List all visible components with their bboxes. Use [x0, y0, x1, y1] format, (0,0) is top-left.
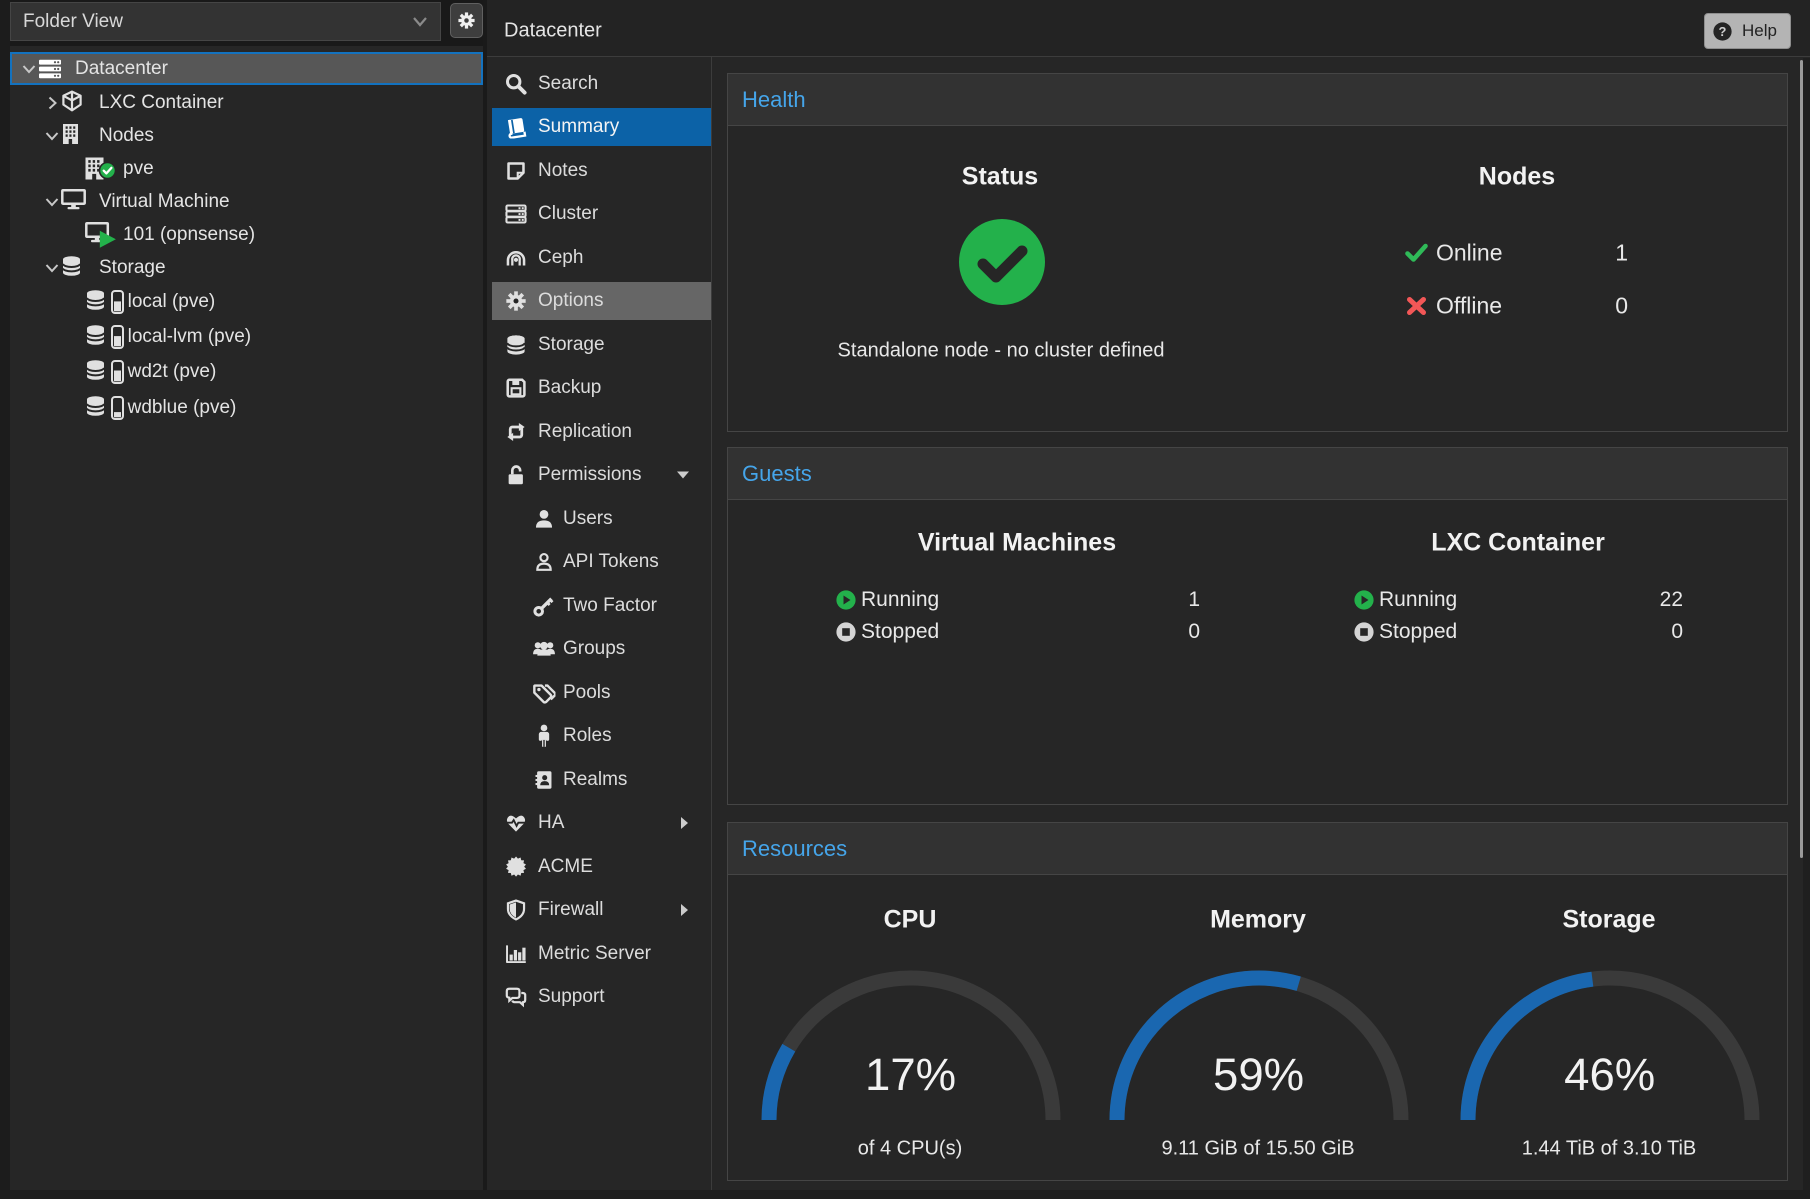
svg-text:?: ? — [1719, 24, 1727, 39]
